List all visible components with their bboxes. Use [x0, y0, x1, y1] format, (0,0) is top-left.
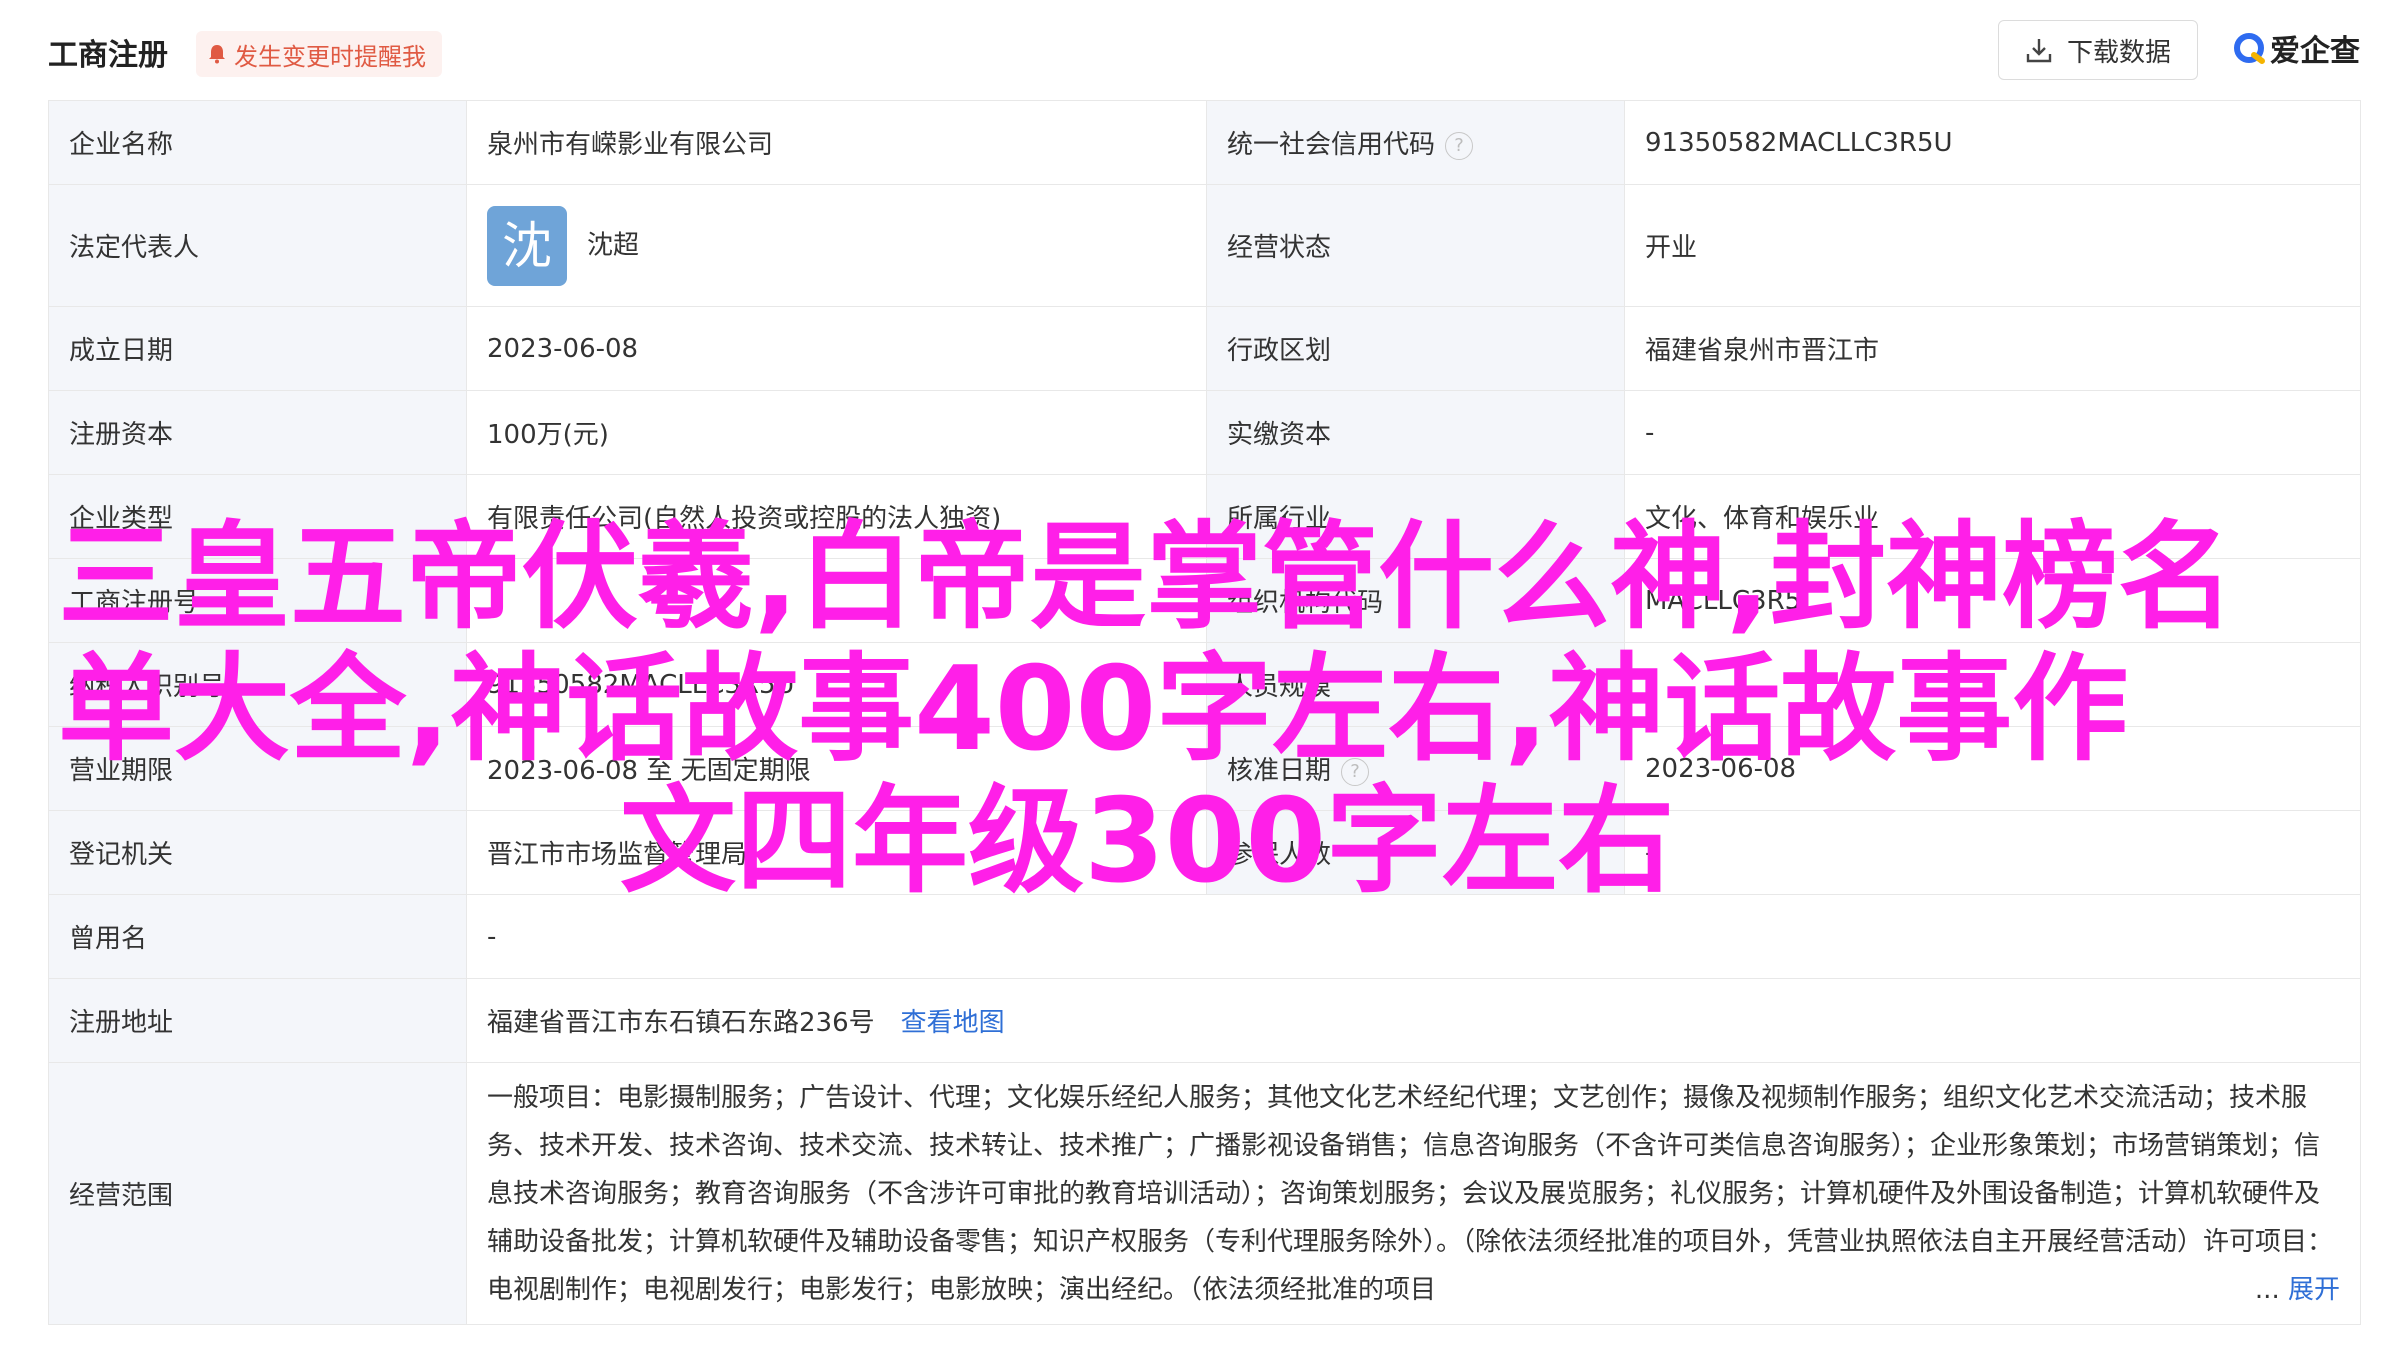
logo-text: 爱企查	[2270, 34, 2360, 69]
former-name-label: 曾用名	[48, 894, 467, 979]
bell-icon	[209, 45, 225, 64]
header-bar: 工商注册 发生变更时提醒我 下载数据 爱企查	[0, 0, 2388, 100]
legal-rep-cell: 沈沈超	[466, 184, 1207, 307]
table-row: 经营范围 一般项目：电影摄制服务；广告设计、代理；文化娱乐经纪人服务；其他文化艺…	[48, 1062, 2361, 1325]
staff-size-label: 人员规模	[1206, 642, 1625, 727]
table-row: 曾用名 -	[48, 894, 2361, 979]
company-type-value: 有限责任公司(自然人投资或控股的法人独资)	[466, 474, 1207, 559]
company-name-value: 泉州市有嵘影业有限公司	[466, 100, 1207, 185]
tax-id-label: 纳税人识别号	[48, 642, 467, 727]
logo-icon	[2234, 33, 2265, 64]
table-row: 营业期限 2023-06-08 至 无固定期限 核准日期? 2023-06-08	[48, 726, 2361, 811]
org-code-value: MACLLC3R5	[1624, 558, 2361, 643]
approve-date-value: 2023-06-08	[1624, 726, 2361, 811]
change-remind-button[interactable]: 发生变更时提醒我	[196, 31, 442, 77]
section-title: 工商注册	[48, 38, 168, 73]
company-name-label: 企业名称	[48, 100, 467, 185]
credit-code-value: 91350582MACLLC3R5U	[1624, 100, 2361, 185]
company-type-label: 企业类型	[48, 474, 467, 559]
founded-value: 2023-06-08	[466, 306, 1207, 391]
status-value: 开业	[1624, 184, 2361, 307]
capital-label: 注册资本	[48, 390, 467, 475]
registration-table: 企业名称 泉州市有嵘影业有限公司 统一社会信用代码? 91350582MACLL…	[48, 100, 2361, 1325]
org-code-label: 组织机构代码	[1206, 558, 1625, 643]
change-remind-label: 发生变更时提醒我	[234, 42, 426, 71]
founded-label: 成立日期	[48, 306, 467, 391]
term-label: 营业期限	[48, 726, 467, 811]
view-map-link[interactable]: 查看地图	[901, 1008, 1005, 1038]
industry-label: 所属行业	[1206, 474, 1625, 559]
former-name-value: -	[466, 894, 2361, 979]
reg-no-label: 工商注册号	[48, 558, 467, 643]
scope-label: 经营范围	[48, 1062, 467, 1325]
download-data-button[interactable]: 下载数据	[1998, 20, 2198, 80]
download-label: 下载数据	[2066, 37, 2171, 68]
help-icon[interactable]: ?	[1445, 131, 1474, 160]
staff-size-value	[1624, 642, 2361, 727]
address-cell: 福建省晋江市东石镇石东路236号 查看地图	[466, 978, 2361, 1063]
approve-date-label-cell: 核准日期?	[1206, 726, 1625, 811]
industry-value: 文化、体育和娱乐业	[1624, 474, 2361, 559]
credit-code-label-cell: 统一社会信用代码?	[1206, 100, 1625, 185]
paid-capital-value: -	[1624, 390, 2361, 475]
scope-expand: ... 展开	[2248, 1265, 2340, 1314]
table-row: 注册地址 福建省晋江市东石镇石东路236号 查看地图	[48, 978, 2361, 1063]
scope-ellipsis: ...	[2254, 1274, 2280, 1305]
insured-value: -	[1624, 810, 2361, 895]
help-icon[interactable]: ?	[1341, 757, 1370, 786]
address-label: 注册地址	[48, 978, 467, 1063]
tax-id-value: 91350582MACLLC3R5U	[466, 642, 1207, 727]
authority-value: 晋江市市场监督管理局	[466, 810, 1207, 895]
reg-no-value	[466, 558, 1207, 643]
avatar[interactable]: 沈	[487, 205, 567, 286]
download-icon	[2026, 39, 2052, 63]
table-row: 纳税人识别号 91350582MACLLC3R5U 人员规模	[48, 642, 2361, 727]
table-row: 注册资本 100万(元) 实缴资本 -	[48, 390, 2361, 475]
aiqicha-logo: 爱企查	[2232, 26, 2360, 70]
table-row: 成立日期 2023-06-08 行政区划 福建省泉州市晋江市	[48, 306, 2361, 391]
scope-cell: 一般项目：电影摄制服务；广告设计、代理；文化娱乐经纪人服务；其他文化艺术经纪代理…	[466, 1062, 2361, 1325]
table-row: 登记机关 晋江市市场监督管理局 参保人数 -	[48, 810, 2361, 895]
status-label: 经营状态	[1206, 184, 1625, 307]
credit-code-label: 统一社会信用代码	[1227, 130, 1436, 160]
table-row: 工商注册号 组织机构代码 MACLLC3R5	[48, 558, 2361, 643]
term-value: 2023-06-08 至 无固定期限	[466, 726, 1207, 811]
authority-label: 登记机关	[48, 810, 467, 895]
legal-rep-label: 法定代表人	[48, 184, 467, 307]
capital-value: 100万(元)	[466, 390, 1207, 475]
scope-text-wrap: 一般项目：电影摄制服务；广告设计、代理；文化娱乐经纪人服务；其他文化艺术经纪代理…	[487, 1074, 2340, 1314]
paid-capital-label: 实缴资本	[1206, 390, 1625, 475]
address-value: 福建省晋江市东石镇石东路236号	[487, 1008, 875, 1038]
table-row: 企业名称 泉州市有嵘影业有限公司 统一社会信用代码? 91350582MACLL…	[48, 100, 2361, 185]
approve-date-label: 核准日期	[1227, 756, 1332, 786]
expand-link[interactable]: 展开	[2288, 1275, 2340, 1305]
table-row: 法定代表人 沈沈超 经营状态 开业	[48, 184, 2361, 307]
table-row: 企业类型 有限责任公司(自然人投资或控股的法人独资) 所属行业 文化、体育和娱乐…	[48, 474, 2361, 559]
district-value: 福建省泉州市晋江市	[1624, 306, 2361, 391]
scope-value: 一般项目：电影摄制服务；广告设计、代理；文化娱乐经纪人服务；其他文化艺术经纪代理…	[487, 1082, 2334, 1305]
insured-label: 参保人数	[1206, 810, 1625, 895]
district-label: 行政区划	[1206, 306, 1625, 391]
legal-rep-name[interactable]: 沈超	[587, 230, 639, 260]
